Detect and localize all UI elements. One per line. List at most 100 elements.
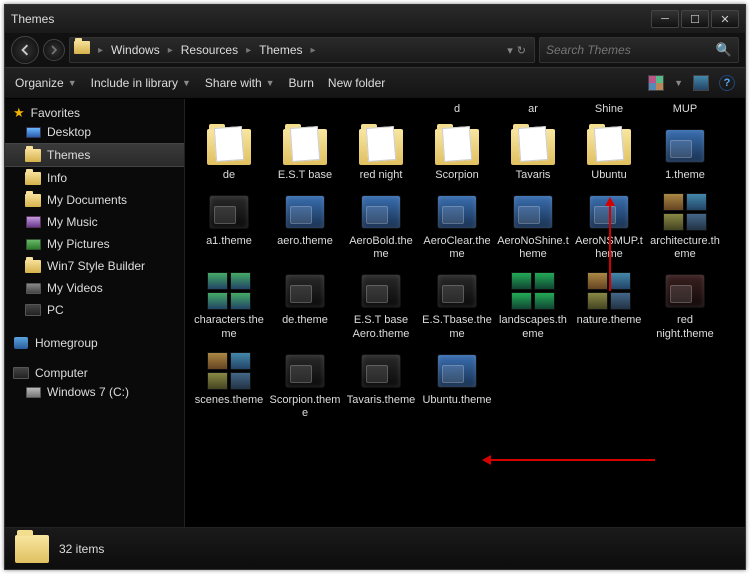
folder-est-base[interactable]: E.S.T base <box>267 121 343 187</box>
crumb-windows[interactable]: Windows <box>105 41 166 59</box>
nav-win7sb[interactable]: Win7 Style Builder <box>5 255 184 277</box>
search-input[interactable] <box>546 43 716 57</box>
item-label: E.S.T base Aero.theme <box>345 314 417 342</box>
nav-item-label: Themes <box>47 148 90 162</box>
crumb-themes[interactable]: Themes <box>253 41 308 59</box>
list-item[interactable]: d <box>419 99 495 121</box>
chevron-down-icon: ▼ <box>182 78 191 88</box>
file-item[interactable]: landscapes.theme <box>495 266 571 346</box>
nav-desktop[interactable]: Desktop <box>5 121 184 143</box>
back-button[interactable] <box>11 36 39 64</box>
body: ★ Favorites Desktop Themes Info My Docume… <box>5 99 745 527</box>
folder-tavaris[interactable]: Tavaris <box>495 121 571 187</box>
nav-my-music[interactable]: My Music <box>5 211 184 233</box>
nav-info[interactable]: Info <box>5 167 184 189</box>
folder-icon <box>25 194 41 207</box>
file-item[interactable]: architecture.theme <box>647 187 723 267</box>
file-item[interactable]: de.theme <box>267 266 343 346</box>
nav-themes[interactable]: Themes <box>5 143 184 167</box>
chevron-right-icon[interactable]: ▸ <box>96 45 105 56</box>
titlebar: Themes ─ ☐ ✕ <box>5 5 745 33</box>
homegroup-header[interactable]: Homegroup <box>5 335 184 351</box>
maximize-button[interactable]: ☐ <box>681 10 709 28</box>
list-item[interactable]: ar <box>495 99 571 121</box>
item-label: landscapes.theme <box>497 314 569 342</box>
list-item[interactable]: MUP <box>647 99 723 121</box>
folder-de[interactable]: de <box>191 121 267 187</box>
organize-button[interactable]: Organize ▼ <box>15 76 77 90</box>
file-item[interactable]: Scorpion.theme <box>267 346 343 426</box>
preview-pane-icon[interactable] <box>693 75 709 91</box>
nav-drive-c[interactable]: Windows 7 (C:) <box>5 381 184 403</box>
crumb-resources[interactable]: Resources <box>175 41 244 59</box>
minimize-button[interactable]: ─ <box>651 10 679 28</box>
item-label: AeroBold.theme <box>345 235 417 263</box>
arrow-right-icon <box>49 45 59 55</box>
star-icon: ★ <box>13 105 25 121</box>
history-dropdown-icon[interactable]: ▾ <box>507 44 513 57</box>
favorites-label: Favorites <box>31 106 80 120</box>
share-with-button[interactable]: Share with▼ <box>205 76 275 90</box>
item-label: Scorpion.theme <box>269 394 341 422</box>
file-item[interactable]: AeroNoShine.theme <box>495 187 571 267</box>
nav-my-videos[interactable]: My Videos <box>5 277 184 299</box>
list-item[interactable]: Shine <box>571 99 647 121</box>
search-icon[interactable]: 🔍 <box>716 42 732 58</box>
file-item[interactable]: AeroNSMUP.theme <box>571 187 647 267</box>
nav-my-documents[interactable]: My Documents <box>5 189 184 211</box>
file-item[interactable]: a1.theme <box>191 187 267 267</box>
help-icon[interactable]: ? <box>719 75 735 91</box>
drive-icon <box>26 387 41 398</box>
file-item[interactable]: aero.theme <box>267 187 343 267</box>
folder-ubuntu[interactable]: Ubuntu <box>571 121 647 187</box>
search-box[interactable]: 🔍 <box>539 37 739 63</box>
file-item[interactable]: Ubuntu.theme <box>419 346 495 426</box>
refresh-icon[interactable]: ↻ <box>517 44 526 57</box>
file-item[interactable]: scenes.theme <box>191 346 267 426</box>
nav-item-label: Win7 Style Builder <box>47 259 145 273</box>
computer-header[interactable]: Computer <box>5 365 184 381</box>
file-item[interactable]: E.S.T base Aero.theme <box>343 266 419 346</box>
file-item[interactable]: Tavaris.theme <box>343 346 419 426</box>
chevron-down-icon: ▼ <box>68 78 77 88</box>
item-label: E.S.Tbase.theme <box>421 314 493 342</box>
include-in-library-button[interactable]: Include in library▼ <box>91 76 191 90</box>
chevron-right-icon[interactable]: ▸ <box>244 45 253 56</box>
toolbar: Organize ▼ Include in library▼ Share with… <box>5 67 745 99</box>
organize-label: Organize <box>15 76 64 90</box>
item-label: Tavaris.theme <box>347 394 415 408</box>
favorites-header[interactable]: ★ Favorites <box>5 105 184 121</box>
file-item[interactable]: AeroBold.theme <box>343 187 419 267</box>
nav-pc[interactable]: PC <box>5 299 184 321</box>
file-1-theme[interactable]: 1.theme <box>647 121 723 187</box>
burn-button[interactable]: Burn <box>289 76 314 90</box>
file-item[interactable]: characters.theme <box>191 266 267 346</box>
window-title: Themes <box>11 12 651 26</box>
homegroup-icon <box>14 337 28 349</box>
chevron-right-icon[interactable]: ▸ <box>166 45 175 56</box>
breadcrumb-bar[interactable]: ▸ Windows ▸ Resources ▸ Themes ▸ ▾ ↻ <box>69 37 535 63</box>
folder-icon <box>25 172 41 185</box>
folder-icon <box>15 535 49 563</box>
new-folder-button[interactable]: New folder <box>328 76 385 90</box>
file-list[interactable]: d ar Shine MUP de E.S.T base red night S… <box>185 99 745 527</box>
explorer-window: Themes ─ ☐ ✕ ▸ Windows ▸ Resources ▸ The… <box>4 4 746 570</box>
view-options-icon[interactable] <box>648 75 664 91</box>
folder-scorpion[interactable]: Scorpion <box>419 121 495 187</box>
chevron-down-icon[interactable]: ▼ <box>674 78 683 88</box>
item-label: AeroNoShine.theme <box>497 235 569 263</box>
item-label: Shine <box>595 103 623 117</box>
nav-my-pictures[interactable]: My Pictures <box>5 233 184 255</box>
chevron-right-icon[interactable]: ▸ <box>309 45 318 56</box>
file-item[interactable]: nature.theme <box>571 266 647 346</box>
file-item[interactable]: E.S.Tbase.theme <box>419 266 495 346</box>
folder-red-night[interactable]: red night <box>343 121 419 187</box>
item-label: ar <box>528 103 538 117</box>
file-item[interactable]: AeroClear.theme <box>419 187 495 267</box>
forward-button[interactable] <box>43 39 65 61</box>
close-button[interactable]: ✕ <box>711 10 739 28</box>
item-label: aero.theme <box>277 235 333 249</box>
file-item[interactable]: red night.theme <box>647 266 723 346</box>
address-row: ▸ Windows ▸ Resources ▸ Themes ▸ ▾ ↻ 🔍 <box>5 33 745 67</box>
nav-item-label: Info <box>47 171 67 185</box>
